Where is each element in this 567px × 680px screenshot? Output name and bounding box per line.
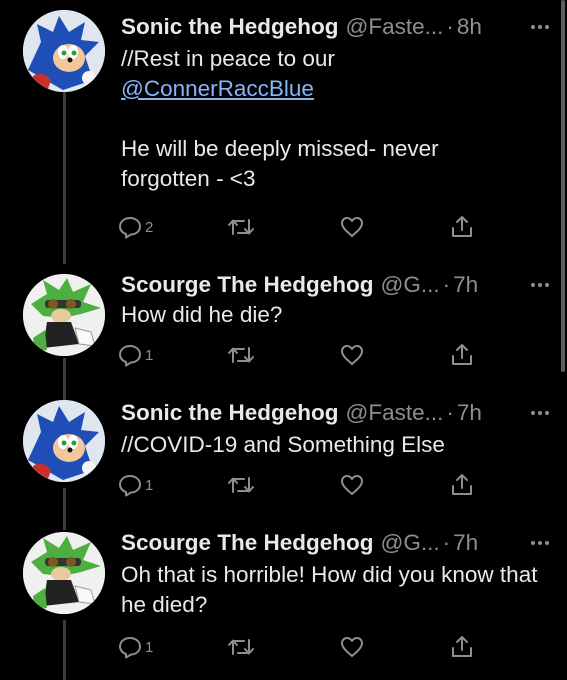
separator-dot: · [446,400,454,425]
tweet[interactable]: Sonic the Hedgehog @Faste... · 7h //COVI… [0,394,567,526]
scourge-avatar [23,274,105,356]
user-handle[interactable]: @G... [381,270,440,300]
heart-icon [341,345,363,365]
share-icon [452,636,472,657]
share-icon [452,344,472,365]
retweet-icon [228,477,254,493]
sonic-avatar [23,400,105,482]
tweet-header: Sonic the Hedgehog @Faste... · 7h [121,398,549,428]
heart-icon [341,217,363,237]
tweet-text-line: //Rest in peace to our [121,46,335,71]
retweet-button[interactable] [227,470,255,500]
scrollbar[interactable] [561,0,565,372]
reply-button[interactable]: 1 [117,632,153,662]
mention-link[interactable]: @ConnerRaccBlue [121,76,314,101]
reply-icon [119,637,141,659]
timestamp[interactable]: 7h [453,270,478,300]
user-handle[interactable]: @Faste... [346,12,444,42]
share-button[interactable] [449,212,475,242]
tweet[interactable]: Sonic the Hedgehog @Faste... · 8h //Rest… [0,0,567,264]
more-icon[interactable] [531,270,549,300]
tweet-text: //COVID-19 and Something Else [121,430,547,460]
retweet-icon [228,219,254,235]
avatar[interactable] [23,400,105,482]
retweet-button[interactable] [227,632,255,662]
avatar[interactable] [23,532,105,614]
tweet-text: //Rest in peace to our @ConnerRaccBlue H… [121,44,547,194]
sonic-avatar [23,10,105,92]
reply-button[interactable]: 1 [117,470,153,500]
more-icon[interactable] [531,12,549,42]
reply-icon [119,217,141,239]
display-name[interactable]: Scourge The Hedgehog [121,270,374,300]
tweet-actions: 1 [117,340,497,370]
share-button[interactable] [449,632,475,662]
separator-dot: · [446,14,454,39]
tweet-text-line: //COVID-19 and Something Else [121,432,445,457]
reply-icon [119,475,141,497]
tweet-header: Sonic the Hedgehog @Faste... · 8h [121,12,549,42]
tweet-text-line: How did he die? [121,302,283,327]
user-handle[interactable]: @Faste... [346,398,444,428]
tweet-text: Oh that is horrible! How did you know th… [121,560,541,620]
like-button[interactable] [339,632,365,662]
tweet-header: Scourge The Hedgehog @G... · 7h [121,528,549,558]
reply-count: 1 [145,346,154,364]
tweet-actions: 2 [117,212,497,242]
scourge-avatar [23,532,105,614]
avatar[interactable] [23,274,105,356]
timestamp[interactable]: 7h [453,528,478,558]
retweet-icon [228,639,254,655]
reply-button[interactable]: 2 [117,212,153,242]
retweet-button[interactable] [227,340,255,370]
display-name[interactable]: Sonic the Hedgehog [121,398,339,428]
separator-dot: · [442,272,451,297]
retweet-button[interactable] [227,212,255,242]
display-name[interactable]: Scourge The Hedgehog [121,528,374,558]
user-handle[interactable]: @G... [381,528,440,558]
more-icon[interactable] [531,398,549,428]
display-name[interactable]: Sonic the Hedgehog [121,12,339,42]
like-button[interactable] [339,212,365,242]
tweet-actions: 1 [117,632,497,662]
reply-count: 2 [145,218,154,236]
reply-count: 1 [145,476,154,494]
tweet[interactable]: Scourge The Hedgehog @G... · 7h How did … [0,264,567,394]
tweet-text-line: Oh that is horrible! How did you know th… [121,562,538,617]
separator-dot: · [442,530,451,555]
like-button[interactable] [339,340,365,370]
timestamp[interactable]: 8h [457,12,482,42]
reply-icon [119,345,141,367]
tweet-actions: 1 [117,470,497,500]
share-button[interactable] [449,340,475,370]
retweet-icon [228,347,254,363]
tweet-text: How did he die? [121,300,547,330]
avatar[interactable] [23,10,105,92]
heart-icon [341,475,363,495]
share-icon [452,216,472,237]
tweet-text-line: He will be deeply missed- never forgotte… [121,136,439,191]
more-icon[interactable] [531,528,549,558]
like-button[interactable] [339,470,365,500]
timestamp[interactable]: 7h [457,398,482,428]
share-button[interactable] [449,470,475,500]
share-icon [452,474,472,495]
tweet[interactable]: Scourge The Hedgehog @G... · 7h Oh that … [0,526,567,680]
reply-count: 1 [145,638,154,656]
tweet-header: Scourge The Hedgehog @G... · 7h [121,270,549,300]
heart-icon [341,637,363,657]
reply-button[interactable]: 1 [117,340,153,370]
